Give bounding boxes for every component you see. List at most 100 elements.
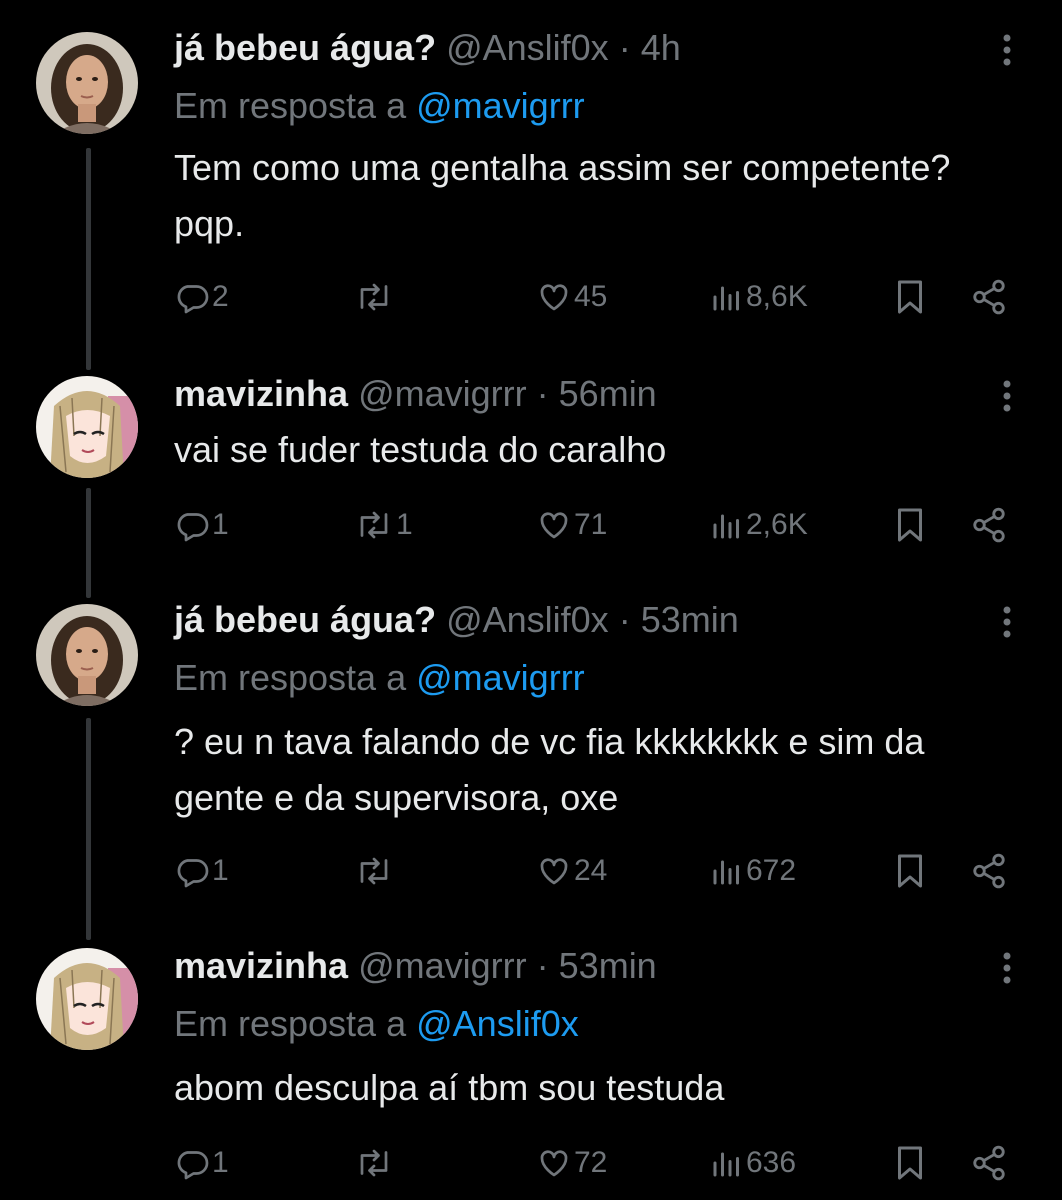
reply-button[interactable]: 1 bbox=[174, 1138, 229, 1188]
avatar[interactable] bbox=[36, 32, 138, 134]
reply-prefix: Em resposta a bbox=[174, 657, 407, 698]
like-button[interactable]: 45 bbox=[536, 272, 607, 322]
retweet-button[interactable]: 1 bbox=[354, 500, 413, 550]
view-count: 8,6K bbox=[746, 280, 808, 313]
bookmark-button[interactable] bbox=[892, 500, 928, 550]
heart-icon bbox=[540, 284, 568, 311]
anime-girl-icon bbox=[36, 948, 138, 1050]
avatar[interactable] bbox=[36, 376, 138, 478]
user-handle[interactable]: @mavigrrr bbox=[358, 373, 527, 414]
tweet-header: mavizinha @mavigrrr · 53min bbox=[174, 946, 657, 986]
share-icon bbox=[973, 279, 1005, 315]
retweet-arrows-icon bbox=[360, 511, 388, 539]
reply-count: 2 bbox=[212, 280, 229, 313]
mention-link[interactable]: @Anslif0x bbox=[416, 1003, 579, 1044]
separator-dot: · bbox=[618, 599, 631, 640]
separator-dot: · bbox=[536, 373, 549, 414]
like-button[interactable]: 71 bbox=[536, 500, 607, 550]
share-icon bbox=[973, 1145, 1005, 1181]
vertical-dots-icon bbox=[1003, 952, 1011, 984]
bookmark-icon bbox=[898, 508, 922, 542]
tweet-text: ? eu n tava falando de vc fia kkkkkkkk e… bbox=[174, 721, 925, 818]
share-icon bbox=[973, 507, 1005, 543]
timestamp[interactable]: 4h bbox=[641, 27, 681, 68]
vertical-dots-icon bbox=[1003, 380, 1011, 412]
bookmark-icon bbox=[898, 1146, 922, 1180]
retweet-count: 1 bbox=[396, 508, 413, 541]
avatar[interactable] bbox=[36, 604, 138, 706]
mention-link[interactable]: @mavigrrr bbox=[416, 85, 585, 126]
reply-count: 1 bbox=[212, 508, 229, 541]
action-bar: 2 45 8,6K bbox=[174, 272, 1024, 322]
display-name[interactable]: já bebeu água? bbox=[174, 599, 436, 640]
retweet-button[interactable] bbox=[354, 846, 396, 896]
tweet-header: já bebeu água? @Anslif0x · 53min bbox=[174, 600, 739, 640]
reply-context: Em resposta a @Anslif0x bbox=[174, 1004, 579, 1044]
user-handle[interactable]: @mavigrrr bbox=[358, 945, 527, 986]
like-button[interactable]: 24 bbox=[536, 846, 607, 896]
share-button[interactable] bbox=[970, 1138, 1008, 1188]
speech-bubble-icon bbox=[177, 1151, 209, 1180]
woman-portrait-icon bbox=[36, 32, 138, 134]
timestamp[interactable]: 53min bbox=[641, 599, 739, 640]
heart-icon bbox=[540, 512, 568, 539]
heart-icon bbox=[540, 1150, 568, 1177]
reply-prefix: Em resposta a bbox=[174, 1003, 407, 1044]
bar-chart-icon bbox=[713, 286, 739, 311]
views-button[interactable]: 672 bbox=[710, 846, 796, 896]
like-button[interactable]: 72 bbox=[536, 1138, 607, 1188]
avatar[interactable] bbox=[36, 948, 138, 1050]
tweet-text: vai se fuder testuda do caralho bbox=[174, 429, 667, 470]
separator-dot: · bbox=[618, 27, 631, 68]
reply-button[interactable]: 1 bbox=[174, 500, 229, 550]
retweet-button[interactable] bbox=[354, 1138, 396, 1188]
action-bar: 1 1 71 2,6K bbox=[174, 500, 1024, 550]
reply-context: Em resposta a @mavigrrr bbox=[174, 658, 585, 698]
retweet-arrows-icon bbox=[360, 1149, 388, 1177]
share-button[interactable] bbox=[970, 846, 1008, 896]
more-options-button[interactable] bbox=[992, 376, 1022, 416]
view-count: 636 bbox=[746, 1146, 797, 1179]
thread-line bbox=[86, 488, 91, 598]
share-button[interactable] bbox=[970, 272, 1008, 322]
reply-button[interactable]: 1 bbox=[174, 846, 229, 896]
retweet-button[interactable] bbox=[354, 272, 396, 322]
reply-context: Em resposta a @mavigrrr bbox=[174, 86, 585, 126]
share-button[interactable] bbox=[970, 500, 1008, 550]
user-handle[interactable]: @Anslif0x bbox=[446, 27, 609, 68]
woman-portrait-icon bbox=[36, 604, 138, 706]
action-bar: 1 24 672 bbox=[174, 846, 1024, 896]
bookmark-button[interactable] bbox=[892, 1138, 928, 1188]
share-icon bbox=[973, 853, 1005, 889]
tweet-text: abom desculpa aí tbm sou testuda bbox=[174, 1067, 725, 1108]
reply-prefix: Em resposta a bbox=[174, 85, 407, 126]
display-name[interactable]: já bebeu água? bbox=[174, 27, 436, 68]
display-name[interactable]: mavizinha bbox=[174, 373, 348, 414]
view-count: 672 bbox=[746, 854, 797, 887]
timestamp[interactable]: 53min bbox=[559, 945, 657, 986]
view-count: 2,6K bbox=[746, 508, 808, 541]
anime-girl-icon bbox=[36, 376, 138, 478]
reply-count: 1 bbox=[212, 1146, 229, 1179]
more-options-button[interactable] bbox=[992, 948, 1022, 988]
views-button[interactable]: 8,6K bbox=[710, 272, 808, 322]
like-count: 45 bbox=[574, 280, 608, 313]
views-button[interactable]: 2,6K bbox=[710, 500, 808, 550]
display-name[interactable]: mavizinha bbox=[174, 945, 348, 986]
bookmark-button[interactable] bbox=[892, 272, 928, 322]
vertical-dots-icon bbox=[1003, 34, 1011, 66]
tweet-header: mavizinha @mavigrrr · 56min bbox=[174, 374, 657, 414]
more-options-button[interactable] bbox=[992, 30, 1022, 70]
views-button[interactable]: 636 bbox=[710, 1138, 796, 1188]
retweet-arrows-icon bbox=[360, 857, 388, 885]
more-options-button[interactable] bbox=[992, 602, 1022, 642]
timestamp[interactable]: 56min bbox=[559, 373, 657, 414]
bookmark-button[interactable] bbox=[892, 846, 928, 896]
bar-chart-icon bbox=[713, 1152, 739, 1177]
speech-bubble-icon bbox=[177, 513, 209, 542]
user-handle[interactable]: @Anslif0x bbox=[446, 599, 609, 640]
reply-button[interactable]: 2 bbox=[174, 272, 229, 322]
retweet-arrows-icon bbox=[360, 283, 388, 311]
mention-link[interactable]: @mavigrrr bbox=[416, 657, 585, 698]
speech-bubble-icon bbox=[177, 285, 209, 314]
